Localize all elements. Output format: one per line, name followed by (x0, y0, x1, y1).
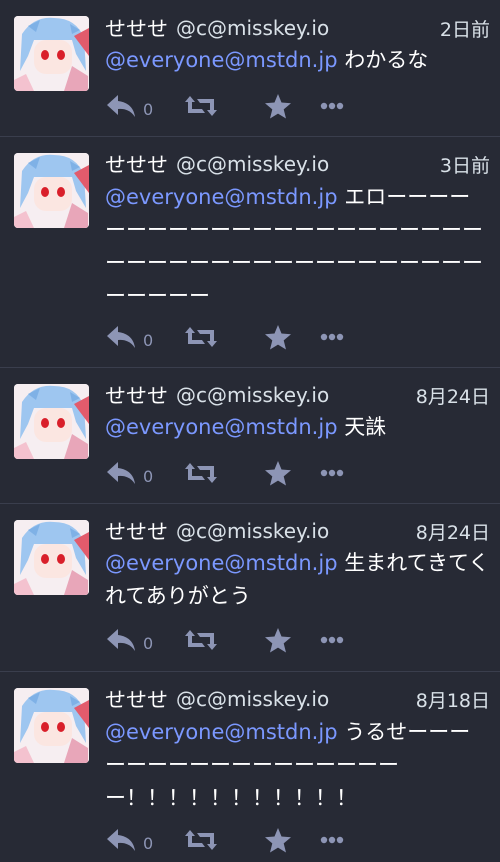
star-icon (265, 460, 291, 485)
boost-icon (185, 327, 217, 347)
status-text: 天誅 (337, 415, 387, 439)
boost-button[interactable] (185, 628, 265, 652)
favourite-button[interactable] (265, 627, 320, 653)
favourite-button[interactable] (265, 460, 320, 486)
reply-button[interactable]: 0 (105, 324, 185, 350)
mention-link[interactable]: @everyone@mstdn.jp (105, 720, 338, 744)
reply-icon (107, 829, 135, 851)
status-actions: 0 (105, 623, 344, 657)
status-card[interactable]: せせせ @c@misskey.io 2日前 @everyone@mstdn.jp… (0, 0, 500, 137)
display-name[interactable]: せせせ (105, 516, 168, 546)
more-button[interactable] (320, 102, 344, 110)
status-card[interactable]: せせせ @c@misskey.io 8月24日 @everyone@mstdn.… (0, 504, 500, 672)
account-handle[interactable]: @c@misskey.io (176, 16, 329, 40)
status-date[interactable]: 8月24日 (416, 518, 490, 545)
status-actions: 0 (105, 456, 344, 490)
reply-button[interactable]: 0 (105, 827, 185, 853)
reply-count: 0 (143, 99, 154, 119)
ellipsis-icon (320, 102, 344, 110)
mention-link[interactable]: @everyone@mstdn.jp (105, 415, 338, 439)
star-icon (265, 324, 291, 349)
boost-icon (185, 830, 217, 850)
boost-icon (185, 463, 217, 483)
ellipsis-icon (320, 469, 344, 477)
mention-link[interactable]: @everyone@mstdn.jp (105, 48, 338, 72)
mention-link[interactable]: @everyone@mstdn.jp (105, 551, 338, 575)
timeline-feed: せせせ @c@misskey.io 2日前 @everyone@mstdn.jp… (0, 0, 500, 862)
status-actions: 0 (105, 89, 344, 123)
reply-button[interactable]: 0 (105, 627, 185, 653)
star-icon (265, 627, 291, 652)
favourite-button[interactable] (265, 324, 320, 350)
account-handle[interactable]: @c@misskey.io (176, 519, 329, 543)
avatar[interactable] (14, 688, 89, 763)
status-text: わかるな (337, 48, 429, 72)
status-header: せせせ @c@misskey.io 2日前 (105, 13, 490, 43)
boost-button[interactable] (185, 828, 265, 852)
star-icon (265, 93, 291, 118)
account-handle[interactable]: @c@misskey.io (176, 687, 329, 711)
avatar[interactable] (14, 520, 89, 595)
avatar[interactable] (14, 16, 89, 91)
avatar[interactable] (14, 153, 89, 228)
ellipsis-icon (320, 333, 344, 341)
status-header: せせせ @c@misskey.io 3日前 (105, 149, 490, 179)
status-content: @everyone@mstdn.jp わかるな (105, 44, 490, 77)
status-content: @everyone@mstdn.jp 生まれてきてくれてありがとう (105, 547, 490, 613)
reply-count: 0 (143, 330, 154, 350)
reply-count: 0 (143, 633, 154, 653)
status-card[interactable]: せせせ @c@misskey.io 8月18日 @everyone@mstdn.… (0, 672, 500, 862)
favourite-button[interactable] (265, 827, 320, 853)
reply-button[interactable]: 0 (105, 460, 185, 486)
more-button[interactable] (320, 836, 344, 844)
status-actions: 0 (105, 823, 344, 857)
ellipsis-icon (320, 636, 344, 644)
reply-icon (107, 95, 135, 117)
status-header: せせせ @c@misskey.io 8月24日 (105, 380, 490, 410)
more-button[interactable] (320, 333, 344, 341)
account-handle[interactable]: @c@misskey.io (176, 383, 329, 407)
status-date[interactable]: 8月24日 (416, 382, 490, 409)
status-content: @everyone@mstdn.jp エローーーーーーーーーーーーーーーーーーー… (105, 181, 490, 313)
mention-link[interactable]: @everyone@mstdn.jp (105, 185, 338, 209)
status-header: せせせ @c@misskey.io 8月18日 (105, 684, 490, 714)
display-name[interactable]: せせせ (105, 13, 168, 43)
reply-icon (107, 326, 135, 348)
status-header: せせせ @c@misskey.io 8月24日 (105, 516, 490, 546)
more-button[interactable] (320, 469, 344, 477)
boost-icon (185, 630, 217, 650)
status-card[interactable]: せせせ @c@misskey.io 8月24日 @everyone@mstdn.… (0, 368, 500, 504)
status-actions: 0 (105, 320, 344, 354)
avatar[interactable] (14, 384, 89, 459)
ellipsis-icon (320, 836, 344, 844)
status-card[interactable]: せせせ @c@misskey.io 3日前 @everyone@mstdn.jp… (0, 137, 500, 368)
star-icon (265, 827, 291, 852)
more-button[interactable] (320, 636, 344, 644)
boost-icon (185, 96, 217, 116)
display-name[interactable]: せせせ (105, 684, 168, 714)
status-date[interactable]: 2日前 (440, 15, 490, 42)
reply-button[interactable]: 0 (105, 93, 185, 119)
account-handle[interactable]: @c@misskey.io (176, 152, 329, 176)
reply-icon (107, 462, 135, 484)
reply-icon (107, 629, 135, 651)
status-content: @everyone@mstdn.jp うるせーーーーーーーーーーーーーーーーーー… (105, 716, 490, 815)
boost-button[interactable] (185, 94, 265, 118)
status-content: @everyone@mstdn.jp 天誅 (105, 411, 490, 444)
reply-count: 0 (143, 466, 154, 486)
favourite-button[interactable] (265, 93, 320, 119)
boost-button[interactable] (185, 461, 265, 485)
status-date[interactable]: 3日前 (440, 151, 490, 178)
status-date[interactable]: 8月18日 (416, 686, 490, 713)
boost-button[interactable] (185, 325, 265, 349)
display-name[interactable]: せせせ (105, 380, 168, 410)
reply-count: 0 (143, 833, 154, 853)
display-name[interactable]: せせせ (105, 149, 168, 179)
